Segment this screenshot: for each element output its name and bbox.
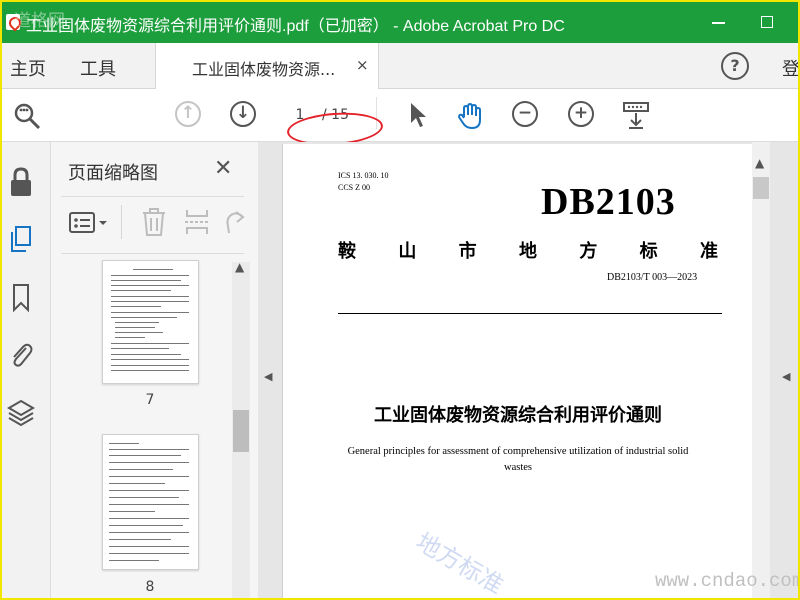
standard-number: DB2103/T 003—2023	[607, 272, 698, 283]
login-button[interactable]: 登	[782, 55, 798, 81]
help-icon[interactable]: ?	[721, 52, 749, 80]
zoom-in-icon[interactable]: +	[568, 101, 596, 129]
delete-page-icon[interactable]	[141, 207, 167, 241]
region-char: 市	[458, 241, 477, 262]
stamp-watermark: 地方标准	[411, 527, 509, 600]
collapse-right-panel-icon[interactable]: ◀	[782, 370, 790, 383]
region-char: 山	[398, 241, 417, 262]
thumbnail-page-number: 8	[145, 579, 155, 595]
previous-page-icon[interactable]: ↑	[175, 101, 203, 129]
document-scrollbar[interactable]: ▲	[752, 142, 770, 598]
thumbnail-panel: 页面缩略图 ✕ 7 8 ▲	[51, 142, 259, 598]
minimize-button[interactable]	[706, 10, 732, 34]
window-title: 工业固体废物资源综合利用评价通则.pdf（已加密） - Adobe Acroba…	[26, 18, 565, 35]
thumbnail-options-icon[interactable]	[69, 211, 111, 239]
select-cursor-icon[interactable]	[405, 101, 433, 129]
scroll-up-icon[interactable]: ▲	[755, 156, 764, 170]
thumbnail-page-7[interactable]	[102, 260, 199, 384]
thumbnail-scroll-thumb[interactable]	[233, 410, 249, 452]
header-rule	[338, 313, 722, 314]
document-title-en: General principles for assessment of com…	[347, 446, 689, 473]
search-icon[interactable]	[12, 101, 41, 130]
thumbnail-panel-title: 页面缩略图	[68, 163, 158, 184]
document-tab[interactable]: 工业固体废物资源... ×	[155, 43, 379, 89]
bookmark-icon[interactable]	[7, 282, 35, 313]
extract-page-icon[interactable]	[184, 207, 210, 241]
thumbnail-toolbar	[61, 196, 247, 254]
layers-icon[interactable]	[7, 396, 35, 427]
menu-home[interactable]: 主页	[10, 55, 46, 81]
region-char: 鞍	[338, 241, 356, 262]
close-tab-icon[interactable]: ×	[356, 56, 369, 74]
ics-code: ICS 13. 030. 10	[338, 171, 389, 180]
close-panel-icon[interactable]: ✕	[214, 156, 232, 181]
pdf-page: ICS 13. 030. 10 CCS Z 00 DB2103 鞍 山 市 地 …	[282, 144, 754, 600]
region-char: 准	[699, 241, 718, 262]
region-char: 地	[518, 241, 537, 262]
rotate-page-icon[interactable]	[223, 207, 247, 241]
region-char: 方	[579, 241, 598, 262]
standard-code: DB2103	[541, 181, 676, 223]
menu-bar: 主页 工具 工业固体废物资源... × ? 登	[2, 43, 798, 89]
document-view: ◀ ICS 13. 030. 10 CCS Z 00 DB2103 鞍 山 市 …	[258, 142, 798, 600]
menu-tools[interactable]: 工具	[80, 55, 116, 81]
scroll-up-icon[interactable]: ▲	[235, 260, 244, 274]
thumbnail-page-8[interactable]	[102, 434, 199, 570]
next-page-icon[interactable]: ↓	[230, 101, 258, 129]
window: 工业固体废物资源综合利用评价通则.pdf（已加密） - Adobe Acroba…	[0, 0, 800, 600]
document-scroll-thumb[interactable]	[753, 177, 769, 199]
page-thumbnails-icon[interactable]	[7, 224, 35, 254]
attachment-icon[interactable]	[7, 338, 35, 368]
thumbnail-toolbar-divider	[121, 205, 122, 239]
maximize-button[interactable]	[754, 10, 780, 34]
thumbnail-scrollbar[interactable]: ▲	[232, 260, 250, 598]
ccs-code: CCS Z 00	[338, 183, 371, 192]
document-title-cn: 工业固体废物资源综合利用评价通则	[374, 405, 662, 426]
document-tab-label: 工业固体废物资源...	[192, 60, 336, 79]
collapse-left-panel-icon[interactable]: ◀	[264, 370, 272, 383]
thumbnail-page-number: 7	[145, 392, 155, 408]
corner-watermark: 道格网	[14, 11, 65, 31]
scroll-mode-icon[interactable]	[622, 101, 650, 129]
site-watermark: www.cndao.com	[655, 570, 800, 592]
title-bar: 工业固体废物资源综合利用评价通则.pdf（已加密） - Adobe Acroba…	[2, 2, 798, 43]
lock-icon[interactable]	[7, 166, 35, 196]
region-char: 标	[639, 241, 658, 262]
toolbar: ↑ ↓ 1 / 15 − +	[2, 89, 798, 142]
region-standard-label: 鞍 山 市 地 方 标 准	[338, 237, 718, 263]
zoom-out-icon[interactable]: −	[512, 101, 540, 129]
left-rail	[2, 142, 51, 598]
hand-tool-icon[interactable]	[456, 101, 484, 129]
